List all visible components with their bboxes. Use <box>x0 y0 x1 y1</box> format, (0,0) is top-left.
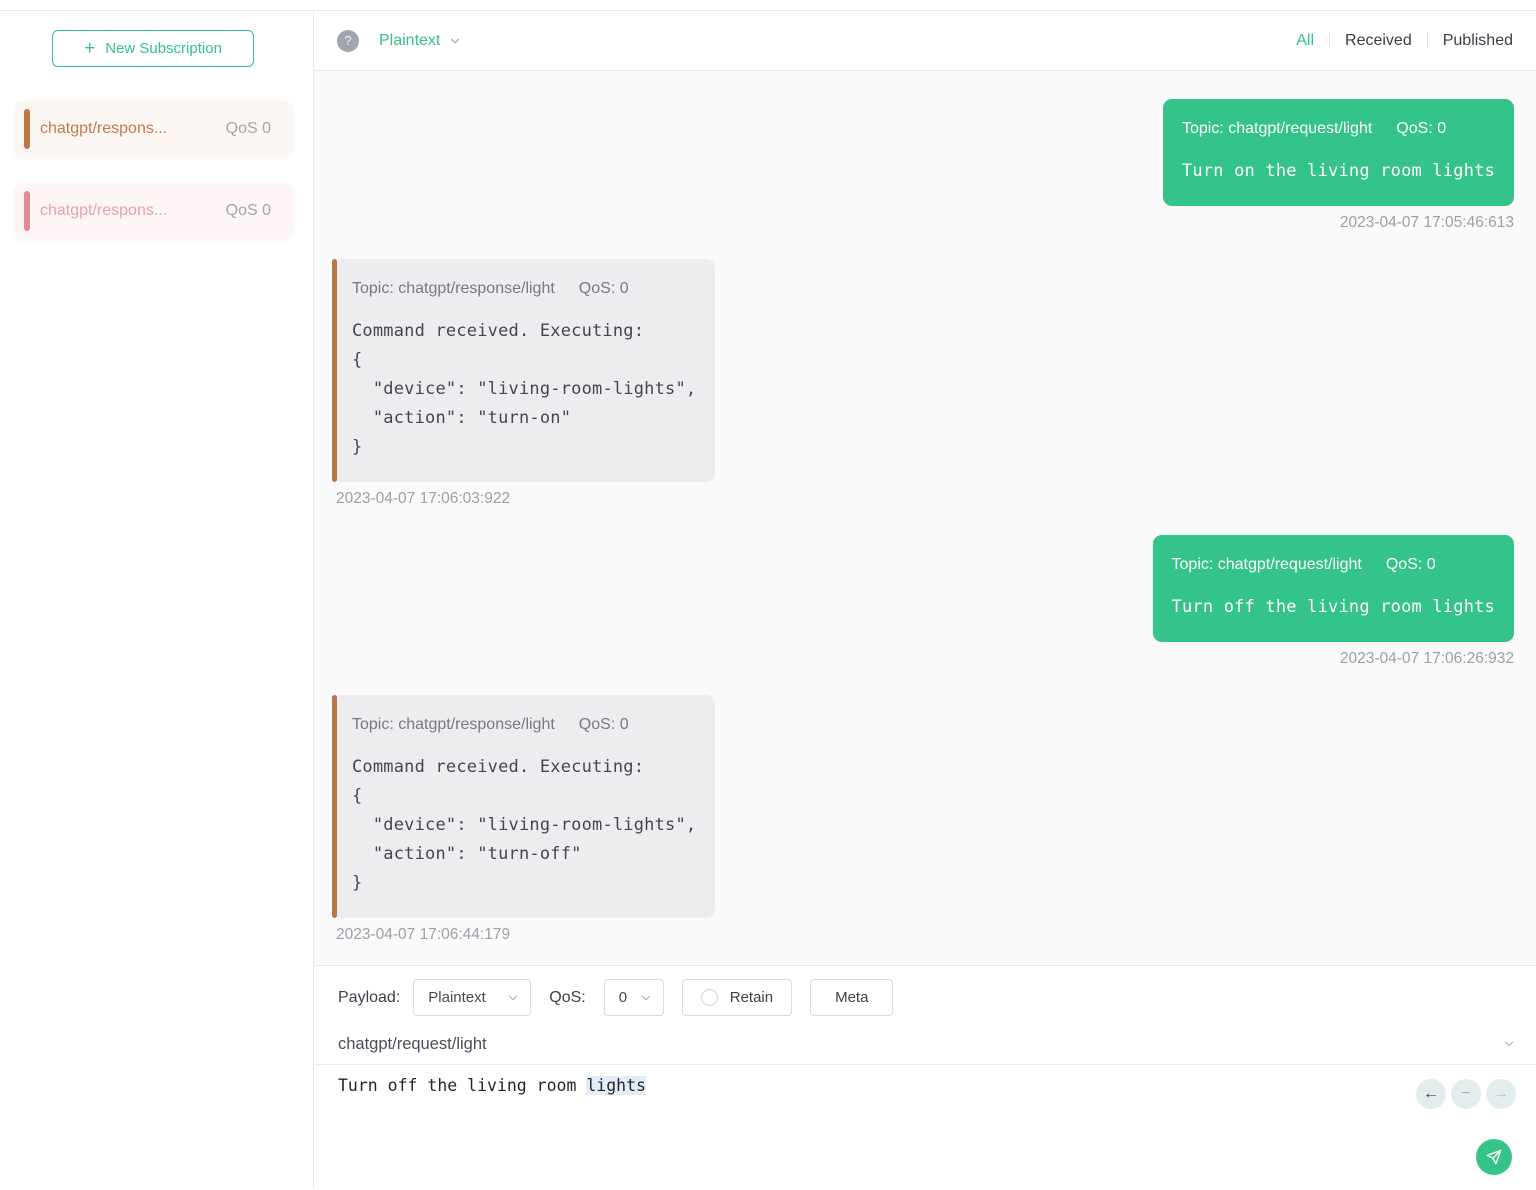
message-timestamp: 2023-04-07 17:06:44:179 <box>336 926 510 944</box>
retain-radio-icon <box>701 989 718 1006</box>
payload-label: Payload: <box>338 989 400 1007</box>
payload-editor-text[interactable]: Turn off the living room lights <box>338 1073 1512 1099</box>
mqtt-client-app: + New Subscription chatgpt/respons... Qo… <box>0 11 1536 1189</box>
payload-editor[interactable]: Turn off the living room lights ← − → <box>314 1065 1536 1189</box>
filter-separator <box>1329 33 1330 48</box>
published-message: Topic: chatgpt/request/light QoS: 0 Turn… <box>332 99 1514 232</box>
message-qos: QoS: 0 <box>579 278 629 300</box>
qos-select[interactable]: 0 <box>604 979 664 1016</box>
payload-format-value: Plaintext <box>428 989 486 1006</box>
message-qos: QoS: 0 <box>1396 118 1446 140</box>
message-topic: Topic: chatgpt/response/light <box>352 714 555 736</box>
subscription-item-response-light-1[interactable]: chatgpt/respons... QoS 0 <box>14 101 293 157</box>
meta-button[interactable]: Meta <box>810 979 893 1016</box>
topic-input[interactable]: chatgpt/request/light <box>338 1035 1502 1054</box>
window-titlebar <box>0 0 1536 11</box>
chevron-down-icon[interactable] <box>1502 1037 1516 1051</box>
chevron-down-icon <box>448 34 462 48</box>
chevron-down-icon <box>639 991 653 1005</box>
subscriptions-sidebar: + New Subscription chatgpt/respons... Qo… <box>0 11 314 1189</box>
new-subscription-button[interactable]: + New Subscription <box>52 30 254 67</box>
message-timestamp: 2023-04-07 17:06:26:932 <box>1340 650 1514 668</box>
filter-tab-received[interactable]: Received <box>1345 32 1412 50</box>
subscription-qos-badge: QoS 0 <box>226 202 271 220</box>
message-payload: Turn off the living room lights <box>1172 593 1495 622</box>
payload-format-select[interactable]: Plaintext <box>413 979 531 1016</box>
message-timestamp: 2023-04-07 17:06:03:922 <box>336 490 510 508</box>
subscription-color-bar <box>24 191 30 231</box>
subscription-item-response-light-2[interactable]: chatgpt/respons... QoS 0 <box>14 183 293 239</box>
subscription-color-bar <box>24 109 30 149</box>
filter-tab-published[interactable]: Published <box>1443 32 1513 50</box>
filter-tab-all[interactable]: All <box>1296 32 1314 50</box>
subscription-color-bar <box>332 695 337 918</box>
received-message: Topic: chatgpt/response/light QoS: 0 Com… <box>332 695 1514 944</box>
message-meta: Topic: chatgpt/response/light QoS: 0 <box>352 714 696 736</box>
plus-icon: + <box>84 39 95 58</box>
message-bubble[interactable]: Topic: chatgpt/response/light QoS: 0 Com… <box>332 695 715 918</box>
message-payload: Turn on the living room lights <box>1182 157 1495 186</box>
message-bubble[interactable]: Topic: chatgpt/request/light QoS: 0 Turn… <box>1153 535 1514 642</box>
message-payload: Command received. Executing: { "device":… <box>352 753 696 898</box>
message-qos: QoS: 0 <box>1386 554 1436 576</box>
topic-input-row[interactable]: chatgpt/request/light <box>314 1024 1536 1065</box>
retain-toggle[interactable]: Retain <box>682 979 792 1016</box>
subscription-topic: chatgpt/respons... <box>40 202 226 220</box>
history-nav: ← − → <box>1416 1079 1516 1109</box>
message-meta: Topic: chatgpt/request/light QoS: 0 <box>1182 118 1495 140</box>
published-message: Topic: chatgpt/request/light QoS: 0 Turn… <box>332 535 1514 668</box>
send-button[interactable] <box>1476 1139 1512 1175</box>
history-forward-button[interactable]: → <box>1486 1079 1516 1109</box>
retain-label: Retain <box>730 989 773 1006</box>
messages-header: ? Plaintext All Received Published <box>314 11 1536 71</box>
message-stream[interactable]: Topic: chatgpt/request/light QoS: 0 Turn… <box>314 71 1536 965</box>
message-bubble[interactable]: Topic: chatgpt/request/light QoS: 0 Turn… <box>1163 99 1514 206</box>
subscription-list: chatgpt/respons... QoS 0 chatgpt/respons… <box>0 101 313 239</box>
payload-text: Turn off the living room <box>338 1076 586 1095</box>
qos-label: QoS: <box>549 989 585 1007</box>
help-icon[interactable]: ? <box>337 30 359 52</box>
messages-panel: ? Plaintext All Received Published Topic… <box>314 11 1536 1189</box>
message-meta: Topic: chatgpt/request/light QoS: 0 <box>1172 554 1495 576</box>
message-meta: Topic: chatgpt/response/light QoS: 0 <box>352 278 696 300</box>
payload-type-dropdown[interactable]: Plaintext <box>379 32 462 50</box>
message-topic: Topic: chatgpt/request/light <box>1172 554 1362 576</box>
message-filter-tabs: All Received Published <box>1296 32 1513 50</box>
history-back-button[interactable]: ← <box>1416 1079 1446 1109</box>
filter-separator <box>1427 33 1428 48</box>
message-timestamp: 2023-04-07 17:05:46:613 <box>1340 214 1514 232</box>
new-subscription-label: New Subscription <box>105 40 222 57</box>
chevron-down-icon <box>506 991 520 1005</box>
qos-value: 0 <box>619 989 627 1006</box>
paper-plane-icon <box>1485 1148 1503 1166</box>
subscription-color-bar <box>332 259 337 482</box>
subscription-qos-badge: QoS 0 <box>226 120 271 138</box>
history-remove-button[interactable]: − <box>1451 1079 1481 1109</box>
payload-type-label: Plaintext <box>379 32 440 50</box>
payload-text-highlighted: lights <box>586 1076 646 1095</box>
message-bubble[interactable]: Topic: chatgpt/response/light QoS: 0 Com… <box>332 259 715 482</box>
subscription-topic: chatgpt/respons... <box>40 120 226 138</box>
message-topic: Topic: chatgpt/request/light <box>1182 118 1372 140</box>
message-topic: Topic: chatgpt/response/light <box>352 278 555 300</box>
received-message: Topic: chatgpt/response/light QoS: 0 Com… <box>332 259 1514 508</box>
message-payload: Command received. Executing: { "device":… <box>352 317 696 462</box>
publish-composer: Payload: Plaintext QoS: 0 Retain Meta ch… <box>314 965 1536 1189</box>
message-qos: QoS: 0 <box>579 714 629 736</box>
composer-controls: Payload: Plaintext QoS: 0 Retain Meta <box>314 966 1536 1024</box>
